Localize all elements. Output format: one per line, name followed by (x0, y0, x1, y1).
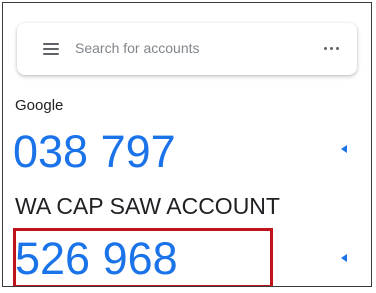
more-options-icon[interactable] (324, 47, 339, 50)
screenshot-frame: Search for accounts Google 038 797 WA CA… (2, 2, 372, 287)
account-name-label: WA CAP SAW ACCOUNT (15, 193, 280, 219)
countdown-timer-icon (341, 254, 347, 262)
account-issuer-label: Google (15, 97, 64, 114)
countdown-timer-icon (341, 145, 347, 153)
otp-code[interactable]: 038 797 (13, 129, 176, 174)
search-bar[interactable]: Search for accounts (17, 23, 357, 75)
search-input[interactable]: Search for accounts (75, 40, 200, 56)
hamburger-menu-icon[interactable] (43, 43, 59, 55)
otp-code[interactable]: 526 968 (15, 236, 178, 281)
